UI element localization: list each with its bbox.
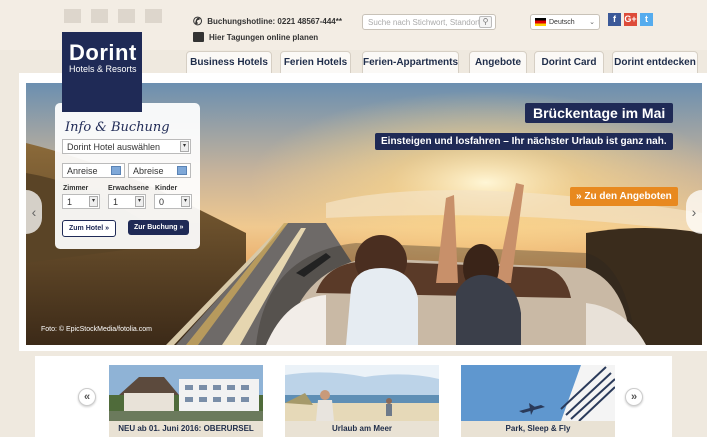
twitter-icon[interactable]: t bbox=[640, 13, 653, 26]
carousel-prev-button[interactable]: « bbox=[78, 388, 96, 406]
chevron-down-icon: ⌄ bbox=[589, 19, 595, 26]
nav-angebote[interactable]: Angebote bbox=[469, 51, 527, 75]
arrival-placeholder: Anreise bbox=[67, 166, 98, 176]
nav-dorint-entdecken[interactable]: Dorint entdecken bbox=[612, 51, 698, 75]
hotel-select[interactable]: Dorint Hotel auswählen ▾ bbox=[62, 139, 191, 154]
german-flag-icon bbox=[535, 18, 546, 26]
hotline-text: Buchungshotline: 0221 48567-444** bbox=[207, 17, 342, 26]
departure-placeholder: Abreise bbox=[133, 166, 164, 176]
teaser-caption: NEU ab 01. Juni 2016: OBERURSEL bbox=[109, 421, 263, 437]
language-value: Deutsch bbox=[549, 18, 575, 26]
facebook-icon[interactable]: f bbox=[608, 13, 621, 26]
carousel-next-button[interactable]: » bbox=[625, 388, 643, 406]
rooms-value: 1 bbox=[67, 197, 73, 207]
chevron-down-icon: ▾ bbox=[181, 196, 190, 207]
conference-link[interactable]: Hier Tagungen online planen bbox=[193, 32, 318, 42]
adults-label: Erwachsene bbox=[108, 185, 149, 192]
offers-button[interactable]: » Zu den Angeboten bbox=[570, 187, 678, 206]
nav-business-hotels[interactable]: Business Hotels bbox=[186, 51, 272, 75]
to-hotel-button[interactable]: Zum Hotel » bbox=[62, 220, 117, 237]
teaser-oberursel[interactable]: NEU ab 01. Juni 2016: OBERURSEL bbox=[109, 365, 263, 437]
calendar-icon[interactable] bbox=[177, 166, 187, 175]
decorative-squares bbox=[64, 9, 162, 23]
teaser-caption: Park, Sleep & Fly bbox=[461, 421, 615, 437]
nav-dorint-card[interactable]: Dorint Card bbox=[534, 51, 604, 75]
adults-select[interactable]: 1 ▾ bbox=[108, 194, 146, 209]
children-label: Kinder bbox=[155, 185, 178, 192]
chevron-down-icon: ▾ bbox=[135, 196, 144, 207]
search-input[interactable]: Suche nach Stichwort, Standort... ⚲ bbox=[362, 14, 496, 30]
language-select[interactable]: Deutsch ⌄ bbox=[530, 14, 600, 30]
booking-title: Info & Buchung bbox=[65, 120, 170, 135]
children-select[interactable]: 0 ▾ bbox=[154, 194, 192, 209]
phone-icon: ✆ bbox=[193, 16, 203, 28]
calendar-icon[interactable] bbox=[111, 166, 121, 175]
google-plus-icon[interactable]: G+ bbox=[624, 13, 637, 26]
hero-subtitle: Einsteigen und losfahren – Ihr nächster … bbox=[375, 133, 673, 150]
adults-value: 1 bbox=[113, 197, 119, 207]
logo-tagline: Hotels & Resorts bbox=[69, 64, 137, 74]
logo-brand: Dorint bbox=[69, 40, 137, 65]
booking-hotline: ✆ Buchungshotline: 0221 48567-444** bbox=[193, 15, 342, 28]
chevron-down-icon: ▾ bbox=[89, 196, 98, 207]
hotel-select-value: Dorint Hotel auswählen bbox=[67, 142, 161, 152]
photo-credit: Foto: © EpicStockMedia/fotolia.com bbox=[41, 326, 152, 333]
departure-field[interactable]: Abreise bbox=[128, 163, 191, 178]
teaser-caption: Urlaub am Meer bbox=[285, 421, 439, 437]
rooms-label: Zimmer bbox=[63, 185, 89, 192]
chevron-down-icon: ▾ bbox=[180, 141, 189, 152]
to-booking-button[interactable]: Zur Buchung » bbox=[128, 220, 190, 235]
briefcase-icon bbox=[193, 32, 204, 42]
hero-next-arrow[interactable]: › bbox=[686, 190, 702, 234]
children-value: 0 bbox=[159, 197, 165, 207]
dorint-logo[interactable]: Dorint Hotels & Resorts bbox=[62, 32, 142, 112]
teaser-park-sleep-fly[interactable]: Park, Sleep & Fly bbox=[461, 365, 615, 437]
social-links: f G+ t bbox=[608, 13, 653, 26]
nav-ferien-hotels[interactable]: Ferien Hotels bbox=[280, 51, 351, 75]
search-icon[interactable]: ⚲ bbox=[479, 16, 492, 28]
teaser-urlaub-am-meer[interactable]: Urlaub am Meer bbox=[285, 365, 439, 437]
arrival-field[interactable]: Anreise bbox=[62, 163, 125, 178]
search-placeholder: Suche nach Stichwort, Standort... bbox=[368, 18, 487, 27]
nav-ferien-appartments[interactable]: Ferien-Appartments bbox=[362, 51, 459, 75]
conference-link-text: Hier Tagungen online planen bbox=[209, 32, 319, 42]
hero-title: Brückentage im Mai bbox=[525, 103, 674, 123]
rooms-select[interactable]: 1 ▾ bbox=[62, 194, 100, 209]
